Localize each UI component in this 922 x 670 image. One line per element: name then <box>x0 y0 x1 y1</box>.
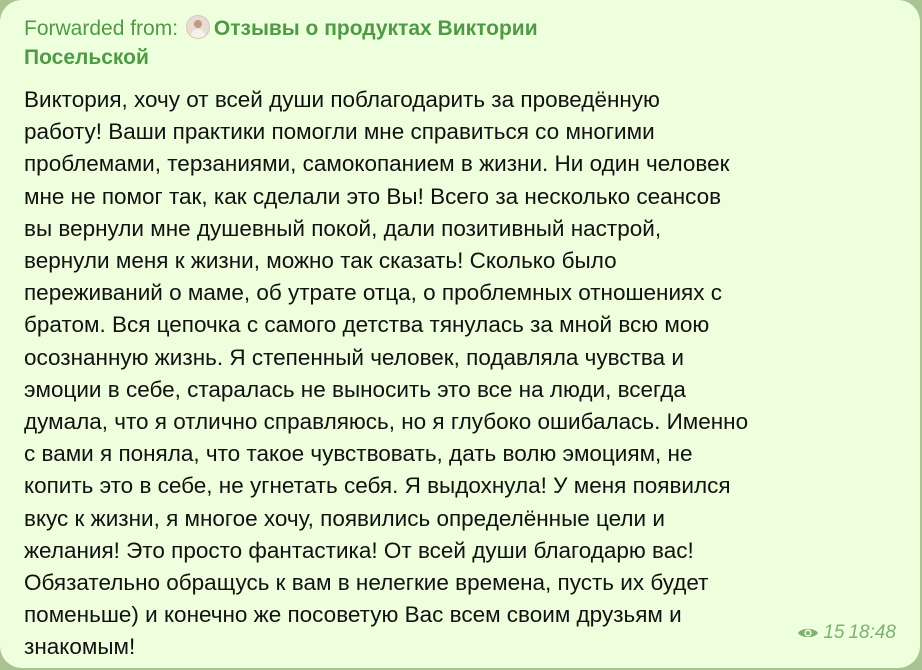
message-time: 18:48 <box>848 622 896 643</box>
message-bubble[interactable]: Forwarded from: Отзывы о продуктах Викто… <box>0 0 920 668</box>
forwarded-label: Forwarded from: <box>24 17 179 40</box>
eye-icon <box>798 628 819 638</box>
message-text: Виктория, хочу от всей души поблагодарит… <box>24 87 749 660</box>
source-avatar[interactable] <box>185 15 210 39</box>
view-count: 15 <box>823 622 845 643</box>
forward-header: Forwarded from: Отзывы о продуктах Викто… <box>24 14 544 72</box>
message-meta: 15 18:48 <box>797 622 896 644</box>
